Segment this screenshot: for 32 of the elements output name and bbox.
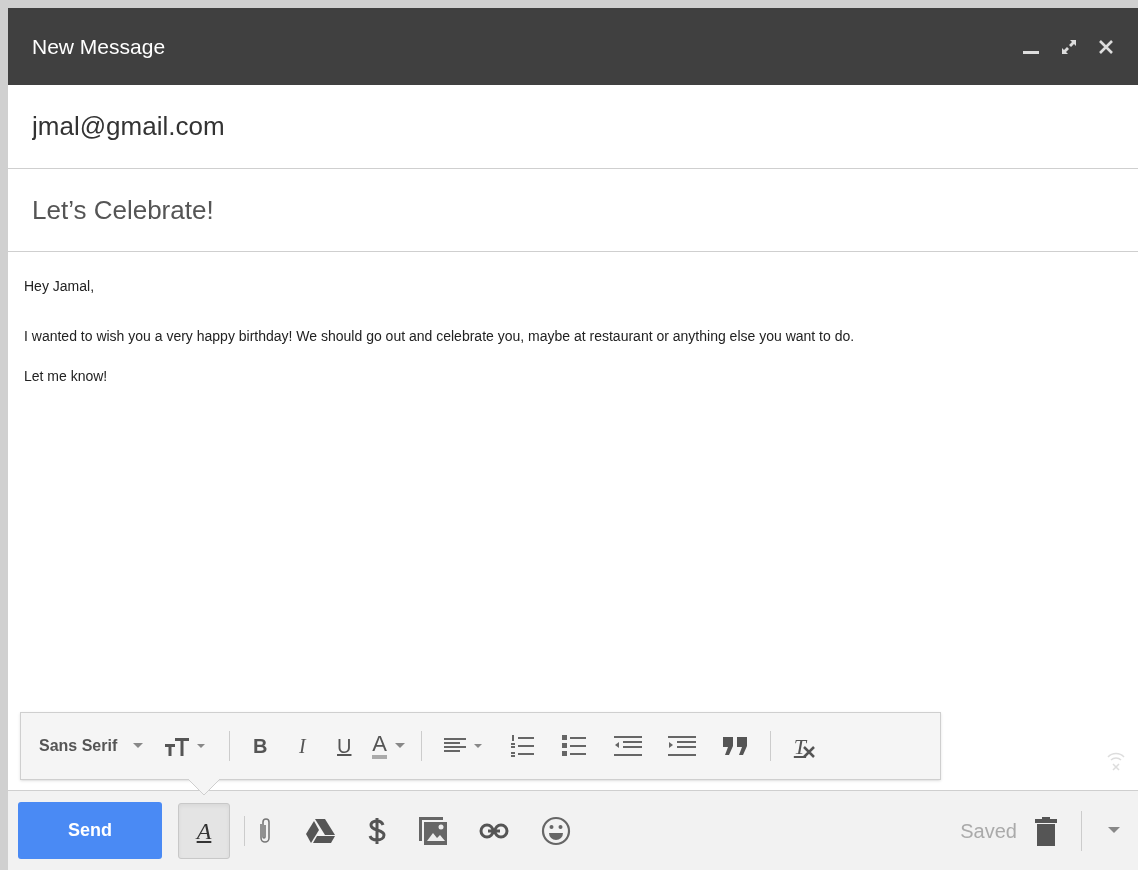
- trash-icon[interactable]: [1035, 814, 1057, 847]
- quote-icon[interactable]: [721, 735, 748, 757]
- offline-icon: [1106, 750, 1126, 772]
- font-dropdown[interactable]: Sans Serif: [39, 734, 118, 758]
- underline-button[interactable]: U: [326, 728, 363, 764]
- subject-field[interactable]: Let’s Celebrate!: [32, 190, 1114, 230]
- more-options-caret-icon[interactable]: [1108, 827, 1120, 834]
- window-title: New Message: [32, 33, 167, 60]
- recipient-field[interactable]: jmal@gmail.com: [32, 107, 1114, 146]
- increase-indent-icon[interactable]: [667, 735, 696, 757]
- image-icon[interactable]: [419, 816, 447, 845]
- remove-formatting-button[interactable]: T: [782, 728, 817, 764]
- text-color-button[interactable]: A: [368, 728, 409, 764]
- attach-icon[interactable]: [257, 815, 273, 846]
- decrease-indent-icon[interactable]: [613, 735, 642, 757]
- link-icon[interactable]: [479, 822, 509, 839]
- bold-button[interactable]: B: [242, 728, 279, 764]
- smiley-icon[interactable]: [541, 815, 571, 846]
- body-paragraph: Hey Jamal,: [24, 277, 95, 296]
- dollar-icon[interactable]: [367, 815, 387, 846]
- caret-icon[interactable]: [133, 743, 144, 749]
- bulleted-list-icon[interactable]: [561, 734, 588, 758]
- body-paragraph: Let me know!: [24, 367, 108, 386]
- triangle-logo-icon[interactable]: [305, 817, 335, 844]
- expand-icon[interactable]: [1060, 37, 1078, 56]
- close-icon[interactable]: [1098, 38, 1114, 55]
- body-paragraph: I wanted to wish you a very happy birthday! We should go out and celebrate you, maybe at restaurant or anything else you want to do.: [24, 327, 855, 346]
- caret-icon: [394, 743, 405, 749]
- numbered-list-icon[interactable]: [509, 734, 536, 758]
- save-status: Saved: [960, 818, 1017, 844]
- formatting-button[interactable]: A: [178, 802, 230, 859]
- italic-button[interactable]: I: [284, 728, 321, 764]
